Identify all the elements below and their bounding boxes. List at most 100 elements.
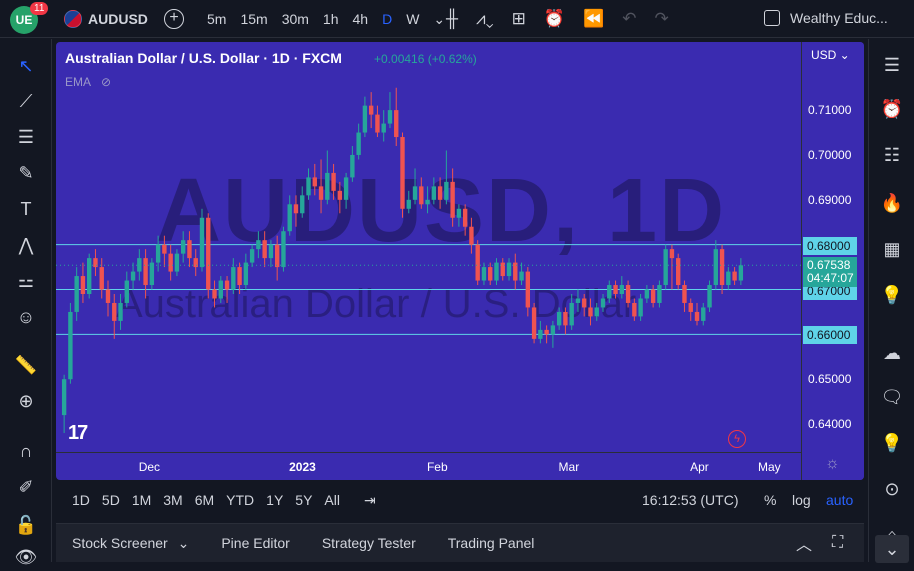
range-1y[interactable]: 1Y — [260, 492, 289, 509]
layout-checkbox-icon[interactable] — [764, 10, 780, 26]
price-tick: 0.65000 — [808, 372, 852, 387]
interval-d[interactable]: D — [375, 11, 399, 27]
trendline-icon[interactable]: ⟋ — [12, 87, 40, 115]
tradingview-logo[interactable]: 17 — [68, 422, 88, 445]
candle — [318, 159, 324, 214]
candle — [149, 258, 155, 290]
range-5d[interactable]: 5D — [96, 492, 126, 509]
interval-30m[interactable]: 30m — [275, 11, 316, 27]
interval-15m[interactable]: 15m — [233, 11, 274, 27]
utc-clock[interactable]: 16:12:53 (UTC) — [642, 492, 738, 508]
layout-grid-icon[interactable]: ⊞ — [512, 9, 526, 29]
interval-5m[interactable]: 5m — [200, 11, 233, 27]
indicators-icon[interactable]: ⩘⌄ — [476, 9, 494, 29]
candle — [168, 244, 173, 281]
candle-body — [431, 186, 437, 200]
candle-body — [719, 249, 725, 286]
zoom-icon[interactable]: ⊕ — [12, 387, 40, 415]
range-5y[interactable]: 5Y — [289, 492, 318, 509]
candlestick-chart[interactable] — [56, 42, 801, 452]
candle — [676, 253, 681, 290]
chat-icon[interactable]: 🗨 — [878, 383, 906, 411]
redo-icon[interactable]: ↷ — [655, 9, 669, 29]
range-all[interactable]: All — [318, 492, 346, 509]
cursor-icon[interactable]: ↖ — [12, 52, 40, 80]
log-toggle[interactable]: log — [792, 492, 811, 508]
candle-body — [569, 302, 574, 326]
symbol-search-button[interactable]: AUDUSD — [64, 0, 148, 38]
candle — [212, 280, 217, 308]
candle-body — [281, 231, 286, 268]
candle-body — [500, 262, 505, 277]
candle-body — [412, 186, 418, 200]
candle-body — [694, 311, 700, 321]
tab-trading-panel[interactable]: Trading Panel — [432, 535, 551, 551]
chart-pane[interactable]: AUDUSD, 1D Australian Dollar / U.S. Doll… — [56, 42, 864, 480]
auto-toggle[interactable]: auto — [826, 492, 853, 508]
ruler-icon[interactable]: 📏 — [12, 351, 40, 379]
range-1m[interactable]: 1M — [126, 492, 157, 509]
maximize-panel-icon[interactable]: ⛶ — [832, 534, 843, 552]
candles-icon[interactable]: ╫ — [446, 9, 458, 29]
alert-icon[interactable]: ⏰ — [544, 9, 565, 29]
scroll-down-icon[interactable]: ⌄ — [875, 535, 909, 563]
prediction-icon[interactable]: ⚍ — [12, 267, 40, 295]
interval-w[interactable]: W — [399, 11, 426, 27]
range-ytd[interactable]: YTD — [220, 492, 260, 509]
hotlist-icon[interactable]: 🔥 — [878, 189, 906, 217]
range-1d[interactable]: 1D — [66, 492, 96, 509]
compare-add-icon[interactable]: + — [164, 9, 184, 29]
candle-body — [394, 110, 399, 138]
candle-body — [469, 226, 474, 245]
range-bar: 1D 5D 1M 3M 6M YTD 1Y 5Y All ⇥ 16:12:53 … — [56, 480, 864, 520]
lock-drawing-icon[interactable]: ✐ — [12, 473, 40, 501]
candle — [613, 280, 618, 299]
ema-legend[interactable]: EMA ⊘ — [65, 75, 111, 89]
interval-1h[interactable]: 1h — [316, 11, 346, 27]
playback-icon[interactable]: ⊙ — [878, 475, 906, 503]
candle-body — [707, 285, 712, 308]
candle — [713, 240, 718, 290]
tab-pine-editor[interactable]: Pine Editor — [205, 535, 305, 551]
text-icon[interactable]: T — [12, 195, 40, 223]
notifications-icon[interactable]: 💡 — [878, 429, 906, 457]
emoji-icon[interactable]: ☺ — [12, 303, 40, 331]
lock-icon[interactable]: 🔓 — [12, 511, 40, 539]
candle — [519, 262, 524, 286]
ideas-icon[interactable]: 💡 — [878, 281, 906, 309]
tab-stock-screener[interactable]: Stock Screener ⌄ — [56, 535, 205, 552]
magnet-icon[interactable]: ∩ — [12, 437, 40, 465]
watchlist-icon[interactable]: ☰ — [878, 51, 906, 79]
chart-settings-icon[interactable]: ☼ — [825, 455, 840, 473]
brush-icon[interactable]: ✎ — [12, 159, 40, 187]
tab-strategy-tester[interactable]: Strategy Tester — [306, 535, 432, 551]
pattern-icon[interactable]: ⋀ — [12, 231, 40, 259]
candle-body — [362, 105, 368, 133]
eye-icon[interactable]: 👁 — [12, 543, 40, 571]
candle-body — [632, 302, 637, 317]
streams-icon[interactable]: ☁ — [878, 339, 906, 367]
range-6m[interactable]: 6M — [189, 492, 220, 509]
collapse-panel-icon[interactable]: ︿ — [796, 531, 812, 555]
flash-icon[interactable]: ϟ — [728, 430, 746, 448]
currency-selector[interactable]: USD ⌄ — [811, 48, 850, 62]
interval-4h[interactable]: 4h — [346, 11, 376, 27]
chart-title: Australian Dollar / U.S. Dollar · 1D · F… — [65, 50, 342, 66]
goto-date-icon[interactable]: ⇥ — [358, 492, 382, 509]
hidden-eye-icon[interactable]: ⊘ — [101, 75, 111, 89]
percent-toggle[interactable]: % — [764, 492, 776, 508]
candle-body — [406, 199, 411, 209]
time-scale[interactable]: Dec 2023 Feb Mar Apr May — [56, 452, 801, 480]
replay-icon[interactable]: ⏪ — [583, 9, 604, 29]
hline-price-label: 0.66000 — [803, 326, 857, 345]
candle — [688, 298, 693, 321]
calendar-icon[interactable]: ▦ — [878, 235, 906, 263]
fib-icon[interactable]: ☰ — [12, 123, 40, 151]
layout-name-button[interactable]: Wealthy Educ... — [764, 10, 888, 26]
news-icon[interactable]: ☷ — [878, 141, 906, 169]
range-3m[interactable]: 3M — [157, 492, 188, 509]
alarm-icon[interactable]: ⏰ — [878, 95, 906, 123]
undo-icon[interactable]: ↶ — [622, 9, 636, 29]
candle-body — [381, 123, 386, 133]
price-scale[interactable]: USD ⌄ 0.710000.700000.690000.680000.6700… — [801, 42, 864, 480]
